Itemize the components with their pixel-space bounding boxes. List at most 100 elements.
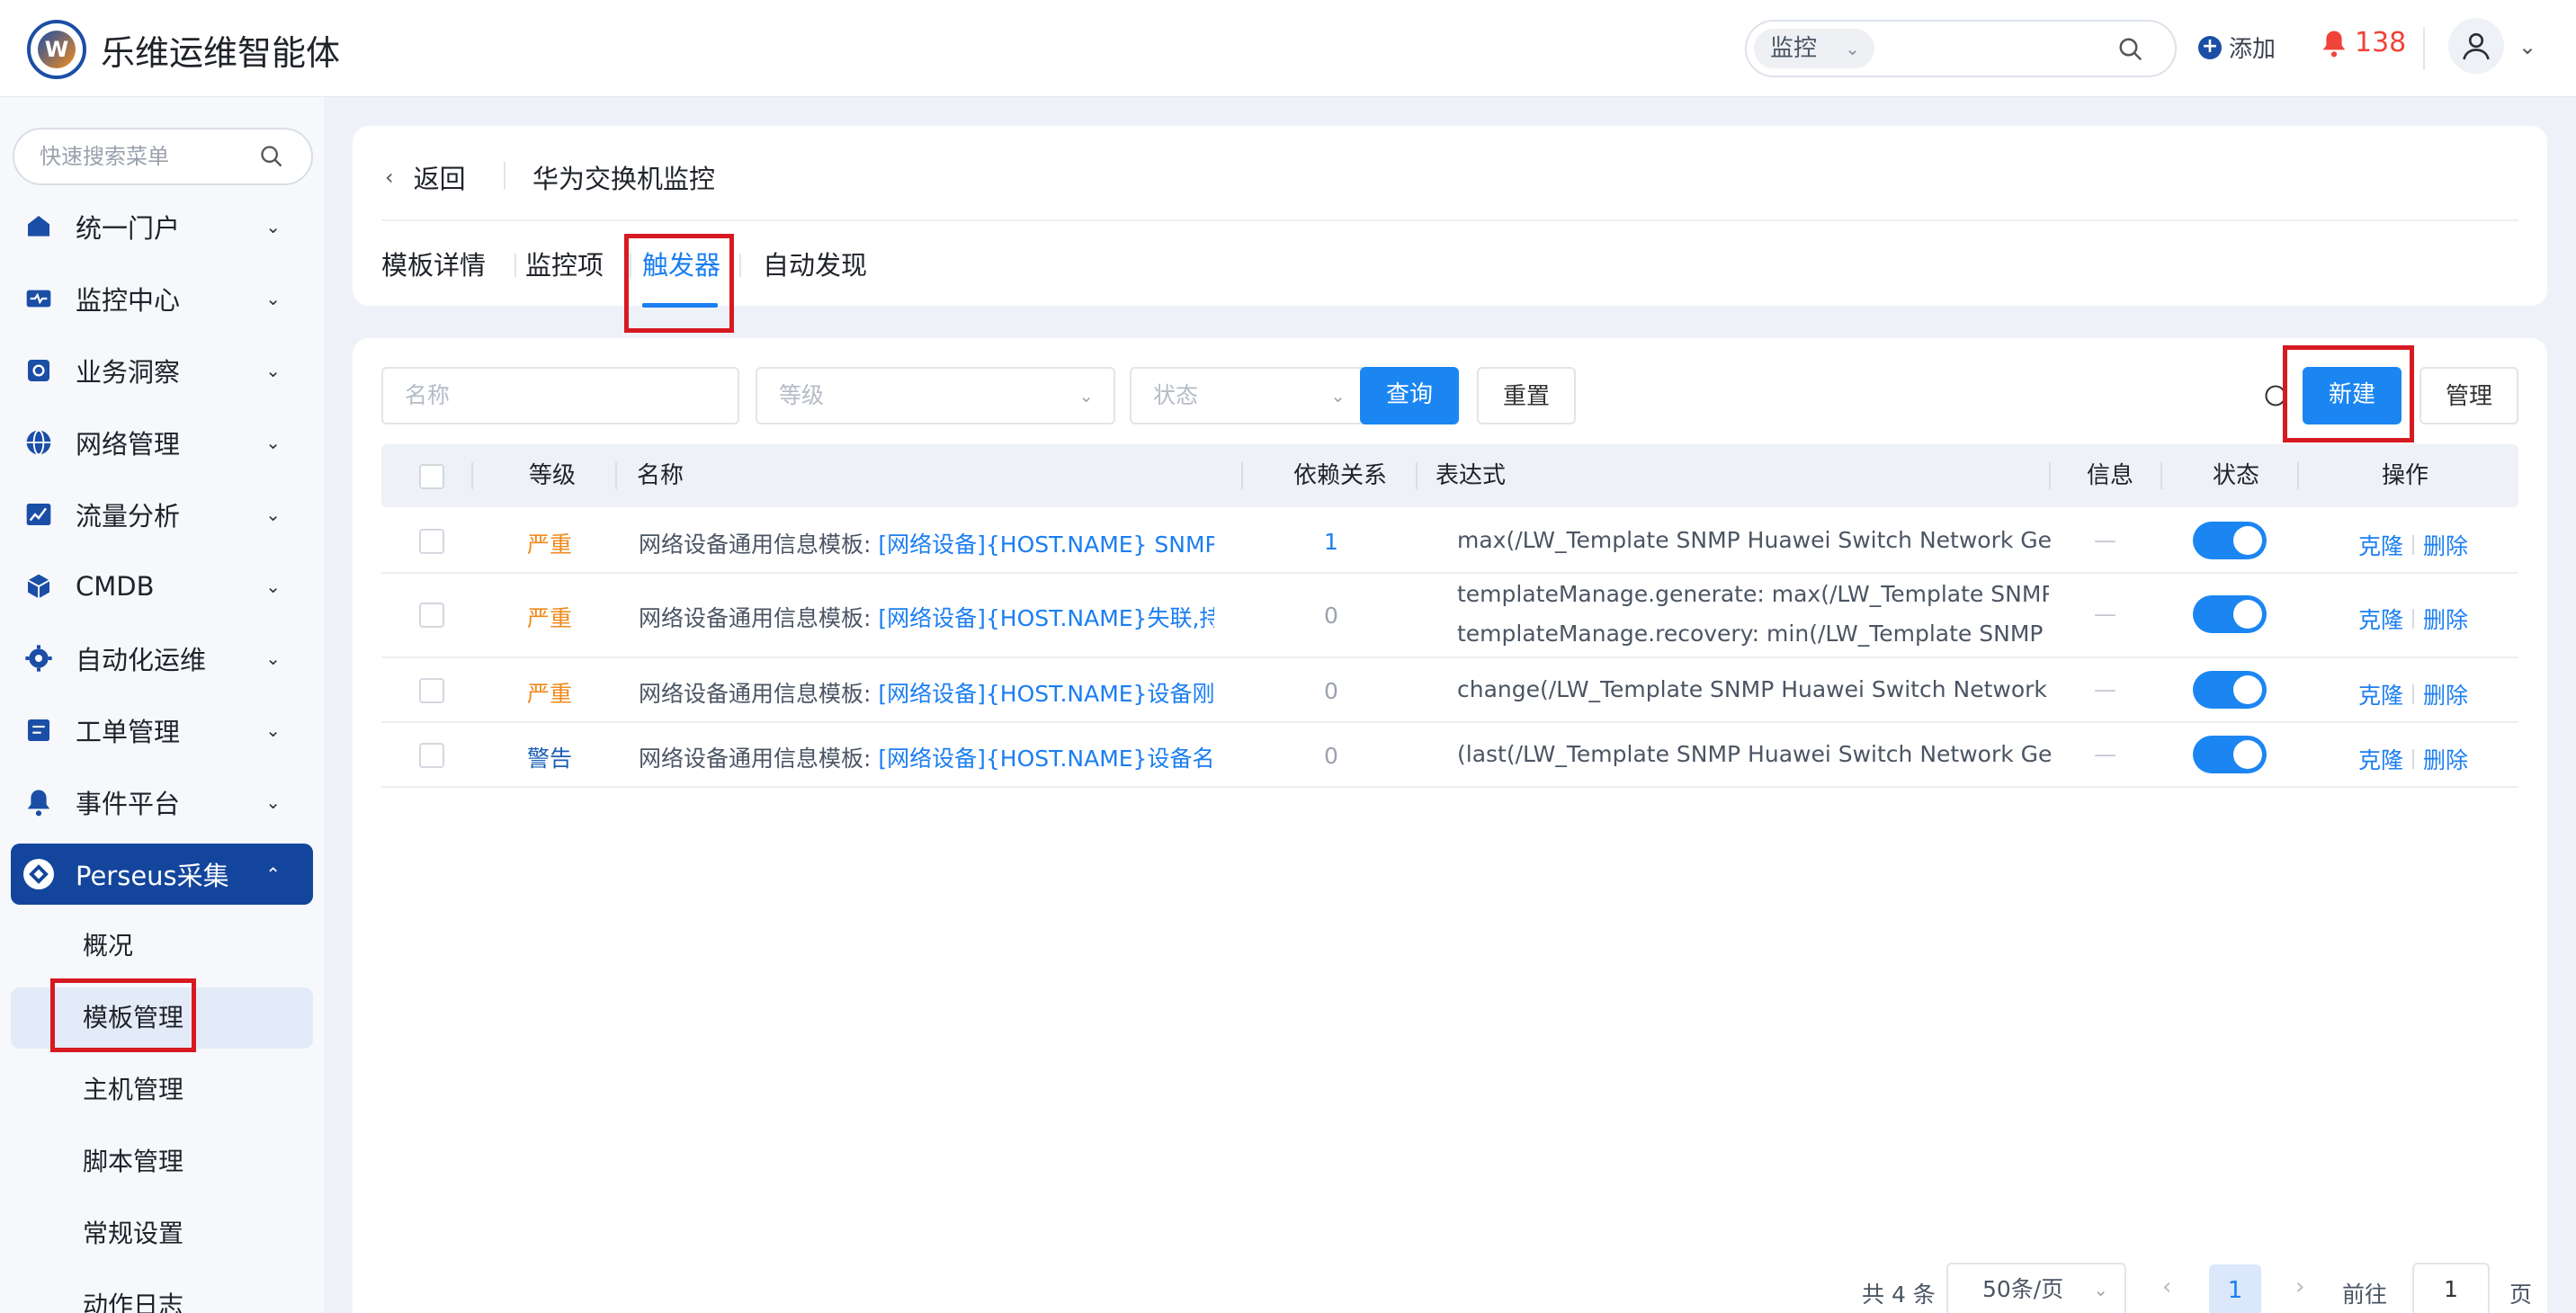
add-label: 添加 [2229, 36, 2276, 63]
trigger-name-link[interactable]: [网络设备]{HOST.NAME}设备刚发... [878, 681, 1214, 707]
delete-link[interactable]: 删除 [2423, 529, 2468, 561]
column-header-info[interactable]: 信息 [2087, 444, 2133, 507]
search-icon[interactable] [259, 144, 284, 169]
column-header-status[interactable]: 状态 [2213, 444, 2259, 507]
query-button[interactable]: 查询 [1360, 367, 1459, 424]
next-page-icon[interactable]: › [2295, 1273, 2304, 1300]
back-button[interactable]: ‹ 返回 [385, 158, 466, 196]
name-filter-placeholder: 名称 [405, 382, 451, 408]
level-filter-placeholder: 等级 [779, 382, 825, 408]
select-all-checkbox[interactable] [419, 464, 444, 489]
sidebar-subitem-settings[interactable]: 常规设置 [11, 1203, 313, 1264]
delete-link[interactable]: 删除 [2423, 743, 2468, 775]
user-avatar[interactable] [2448, 18, 2504, 74]
sidebar-item-events[interactable]: 事件平台 ⌄ [11, 772, 313, 833]
chevron-down-icon: ⌄ [265, 791, 281, 813]
sidebar-item-perseus[interactable]: Perseus采集 ⌃ [11, 844, 313, 905]
manage-button[interactable]: 管理 [2419, 367, 2518, 424]
sidebar-subitem-hosts[interactable]: 主机管理 [11, 1059, 313, 1121]
row-checkbox[interactable] [419, 743, 444, 768]
clone-link[interactable]: 克隆 [2358, 743, 2403, 775]
table-row[interactable]: 警告 网络设备通用信息模板: [网络设备]{HOST.NAME}设备名称... … [381, 723, 2518, 788]
chevron-down-icon: ⌄ [265, 432, 281, 453]
row-checkbox[interactable] [419, 529, 444, 554]
level-text: 警告 [527, 746, 573, 772]
sidebar-item-label: 自动化运维 [76, 645, 207, 675]
ticket-icon [23, 715, 54, 746]
row-checkbox[interactable] [419, 678, 444, 703]
logo-mark: W [38, 31, 76, 68]
sidebar-item-cmdb[interactable]: CMDB ⌄ [11, 556, 313, 617]
delete-link[interactable]: 删除 [2423, 603, 2468, 635]
current-page-number[interactable]: 1 [2209, 1264, 2261, 1313]
sidebar-item-network[interactable]: 网络管理 ⌄ [11, 412, 313, 473]
menu-search-input[interactable]: 快速搜索菜单 [13, 128, 313, 185]
divider [2412, 749, 2415, 769]
status-filter-select[interactable]: 状态 ⌄ [1130, 367, 1367, 424]
trigger-name-link[interactable]: [网络设备]{HOST.NAME} SNMP... [878, 531, 1214, 558]
search-scope-select[interactable]: 监控 ⌄ [1754, 29, 1874, 68]
row-checkbox[interactable] [419, 603, 444, 628]
sidebar-item-tickets[interactable]: 工单管理 ⌄ [11, 700, 313, 761]
sidebar-subitem-overview[interactable]: 概况 [11, 916, 313, 977]
sidebar-item-label: CMDB [76, 571, 155, 602]
column-header-expression[interactable]: 表达式 [1436, 444, 1506, 507]
column-header-name[interactable]: 名称 [637, 444, 684, 507]
toggle-knob [2233, 740, 2262, 769]
dependency-count[interactable]: 0 [1324, 678, 1338, 704]
table-row[interactable]: 严重 网络设备通用信息模板: [网络设备]{HOST.NAME}设备刚发... … [381, 658, 2518, 723]
sidebar-item-label: 工单管理 [76, 717, 181, 747]
chevron-down-icon: ⌄ [1330, 385, 1346, 406]
prev-page-icon[interactable]: ‹ [2162, 1273, 2171, 1300]
search-scope-label: 监控 [1770, 35, 1818, 62]
dependency-count[interactable]: 0 [1324, 603, 1338, 629]
dependency-count[interactable]: 0 [1324, 743, 1338, 769]
status-toggle[interactable] [2193, 522, 2267, 559]
menu-search-placeholder: 快速搜索菜单 [40, 144, 169, 169]
sidebar-item-automation[interactable]: 自动化运维 ⌄ [11, 628, 313, 689]
trigger-name-link[interactable]: [网络设备]{HOST.NAME}设备名称... [878, 746, 1214, 772]
table-row[interactable]: 严重 网络设备通用信息模板: [网络设备]{HOST.NAME}失联,持... … [381, 574, 2518, 658]
page-size-select[interactable]: 50条/页 ⌄ [1946, 1263, 2126, 1313]
column-header-level[interactable]: 等级 [529, 444, 576, 507]
global-search[interactable]: 监控 ⌄ [1745, 20, 2177, 77]
sidebar-item-insight[interactable]: 业务洞察 ⌄ [11, 340, 313, 401]
gear-icon [23, 643, 54, 674]
level-filter-select[interactable]: 等级 ⌄ [756, 367, 1115, 424]
dependency-count[interactable]: 1 [1324, 529, 1338, 555]
tab-monitor-items[interactable]: 监控项 [525, 245, 604, 282]
clone-link[interactable]: 克隆 [2358, 529, 2403, 561]
clone-link[interactable]: 克隆 [2358, 678, 2403, 710]
app-logo[interactable]: W [27, 20, 86, 79]
tab-auto-discovery[interactable]: 自动发现 [763, 245, 867, 282]
sidebar-subitem-scripts[interactable]: 脚本管理 [11, 1131, 313, 1192]
sidebar-item-portal[interactable]: 统一门户 ⌄ [11, 196, 313, 257]
sidebar-item-traffic[interactable]: 流量分析 ⌄ [11, 484, 313, 545]
top-bar: W 乐维运维智能体 监控 ⌄ + 添加 138 ⌄ [0, 0, 2576, 97]
trigger-name-link[interactable]: [网络设备]{HOST.NAME}失联,持... [878, 605, 1214, 631]
tab-template-detail[interactable]: 模板详情 [381, 245, 486, 282]
back-label: 返回 [413, 164, 466, 194]
clone-link[interactable]: 克隆 [2358, 603, 2403, 635]
status-toggle[interactable] [2193, 595, 2267, 633]
sidebar-item-monitor[interactable]: 监控中心 ⌄ [11, 268, 313, 329]
chevron-down-icon[interactable]: ⌄ [2518, 34, 2536, 59]
search-icon[interactable] [2117, 36, 2144, 63]
divider [2423, 27, 2425, 70]
table-row[interactable]: 严重 网络设备通用信息模板: [网络设备]{HOST.NAME} SNMP...… [381, 509, 2518, 574]
alert-notifications[interactable]: 138 [2321, 27, 2406, 58]
add-button[interactable]: + 添加 [2198, 31, 2276, 64]
chart-icon [23, 499, 54, 530]
delete-link[interactable]: 删除 [2423, 678, 2468, 710]
divider [471, 462, 473, 489]
home-icon [23, 211, 54, 242]
status-toggle[interactable] [2193, 736, 2267, 773]
goto-page-input[interactable]: 1 [2412, 1263, 2490, 1313]
column-header-dependency[interactable]: 依赖关系 [1293, 444, 1387, 507]
sidebar-subitem-action-log[interactable]: 动作日志 [11, 1275, 313, 1313]
status-toggle[interactable] [2193, 671, 2267, 709]
reset-button[interactable]: 重置 [1477, 367, 1576, 424]
plus-icon: + [2198, 35, 2222, 59]
sidebar-item-label: 业务洞察 [76, 357, 181, 388]
name-filter-input[interactable]: 名称 [381, 367, 739, 424]
